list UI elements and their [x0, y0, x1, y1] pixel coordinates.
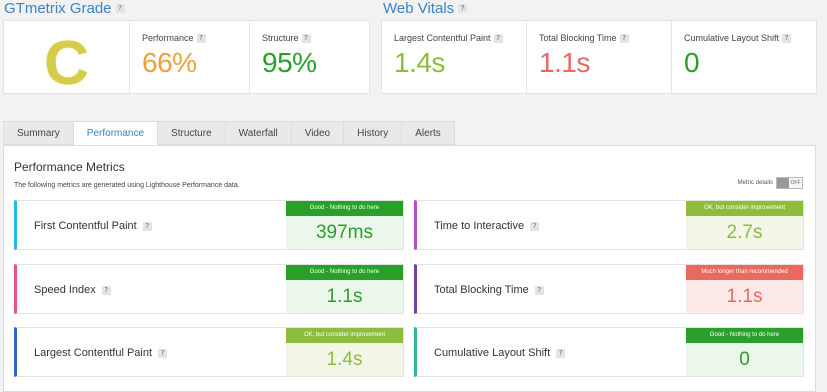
- metric-name-row: First Contentful Paint?: [34, 201, 152, 251]
- structure-label-row: Structure ?: [262, 33, 357, 43]
- grade-card: C Performance ? 66% Structure ? 95%: [3, 20, 370, 98]
- metric-card: Largest Contentful Paint? OK, but conside…: [14, 327, 404, 377]
- cls-label: Cumulative Layout Shift: [684, 33, 780, 43]
- metric-value: 397ms: [286, 216, 403, 249]
- metric-name-row: Cumulative Layout Shift?: [434, 328, 566, 378]
- metric-result: Much longer than recommended 1.1s: [686, 265, 803, 313]
- metric-result: Good - Nothing to do here 397ms: [286, 201, 403, 249]
- structure-cell: Structure ? 95%: [249, 21, 369, 93]
- help-icon[interactable]: ?: [530, 221, 540, 231]
- metric-status-badge: Much longer than recommended: [686, 265, 803, 280]
- web-vitals-card: Largest Contentful Paint ? 1.4s Total Bl…: [381, 20, 817, 94]
- help-icon[interactable]: ?: [158, 348, 168, 358]
- metric-name-row: Time to Interactive?: [434, 201, 540, 251]
- help-icon[interactable]: ?: [115, 4, 125, 13]
- metric-result: OK, but consider improvement 2.7s: [686, 201, 803, 249]
- metric-name: Largest Contentful Paint: [34, 347, 153, 359]
- cls-label-row: Cumulative Layout Shift ?: [684, 33, 804, 43]
- metric-value: 1.1s: [286, 280, 403, 313]
- gtmetrix-grade-title: GTmetrix Grade: [4, 0, 112, 17]
- tbt-value: 1.1s: [539, 47, 590, 78]
- metric-status-badge: Good - Nothing to do here: [286, 265, 403, 280]
- structure-label: Structure: [262, 33, 299, 43]
- help-icon[interactable]: ?: [142, 221, 152, 231]
- panel-subtitle: The following metrics are generated usin…: [14, 182, 240, 189]
- tab-performance[interactable]: Performance: [73, 121, 159, 145]
- toggle-switch[interactable]: OFF: [776, 177, 803, 189]
- metric-card: Total Blocking Time? Much longer than rec…: [414, 264, 804, 314]
- metric-result: OK, but consider improvement 1.4s: [286, 328, 403, 376]
- help-icon[interactable]: ?: [782, 33, 792, 43]
- lcp-cell: Largest Contentful Paint ? 1.4s: [382, 21, 526, 93]
- help-icon[interactable]: ?: [458, 4, 468, 13]
- performance-cell: Performance ? 66%: [129, 21, 249, 93]
- metric-card: Speed Index? Good - Nothing to do here 1.1…: [14, 264, 404, 314]
- metric-details-toggle[interactable]: Metric details OFF: [738, 177, 803, 189]
- cls-value: 0: [684, 47, 700, 78]
- metric-card: Cumulative Layout Shift? Good - Nothing t…: [414, 327, 804, 377]
- metric-result: Good - Nothing to do here 1.1s: [286, 265, 403, 313]
- help-icon[interactable]: ?: [101, 285, 111, 295]
- help-icon[interactable]: ?: [534, 285, 544, 295]
- metric-value: 1.1s: [686, 280, 803, 313]
- tab-waterfall[interactable]: Waterfall: [225, 121, 292, 145]
- tbt-cell: Total Blocking Time ? 1.1s: [526, 21, 671, 93]
- metric-card: Time to Interactive? OK, but consider imp…: [414, 200, 804, 250]
- metric-name: Time to Interactive: [434, 220, 525, 232]
- metric-status-badge: Good - Nothing to do here: [686, 328, 803, 343]
- lcp-label-row: Largest Contentful Paint ?: [394, 33, 514, 43]
- tbt-label-row: Total Blocking Time ?: [539, 33, 659, 43]
- performance-label-row: Performance ?: [142, 33, 237, 43]
- performance-value: 66%: [142, 47, 197, 78]
- metric-status-badge: OK, but consider improvement: [686, 201, 803, 216]
- tbt-label: Total Blocking Time: [539, 33, 617, 43]
- web-vitals-heading: Web Vitals ?: [383, 0, 468, 17]
- report-tabs: Summary Performance Structure Waterfall …: [3, 121, 455, 145]
- cls-cell: Cumulative Layout Shift ? 0: [671, 21, 816, 93]
- grade-letter: C: [44, 28, 89, 98]
- performance-panel: Performance Metrics The following metric…: [3, 145, 816, 392]
- help-icon[interactable]: ?: [301, 33, 311, 43]
- tab-video[interactable]: Video: [291, 121, 345, 145]
- help-icon[interactable]: ?: [493, 33, 503, 43]
- gtmetrix-grade-heading: GTmetrix Grade ?: [4, 0, 125, 17]
- metric-name-row: Speed Index?: [34, 265, 111, 315]
- tab-summary[interactable]: Summary: [3, 121, 74, 145]
- metric-name: Total Blocking Time: [434, 284, 529, 296]
- metric-card: First Contentful Paint? Good - Nothing to…: [14, 200, 404, 250]
- help-icon[interactable]: ?: [619, 33, 629, 43]
- metric-result: Good - Nothing to do here 0: [686, 328, 803, 376]
- tab-history[interactable]: History: [344, 121, 403, 145]
- web-vitals-title: Web Vitals: [383, 0, 455, 17]
- metric-value: 1.4s: [286, 343, 403, 376]
- panel-title: Performance Metrics: [14, 160, 125, 174]
- grade-letter-cell: C: [4, 21, 129, 98]
- metric-value: 2.7s: [686, 216, 803, 249]
- toggle-knob: [777, 178, 789, 188]
- tab-structure[interactable]: Structure: [158, 121, 226, 145]
- metric-name: First Contentful Paint: [34, 220, 137, 232]
- lcp-label: Largest Contentful Paint: [394, 33, 491, 43]
- performance-label: Performance: [142, 33, 194, 43]
- toggle-state: OFF: [790, 180, 801, 186]
- metric-value: 0: [686, 343, 803, 376]
- tab-alerts[interactable]: Alerts: [402, 121, 455, 145]
- metric-status-badge: OK, but consider improvement: [286, 328, 403, 343]
- metric-status-badge: Good - Nothing to do here: [286, 201, 403, 216]
- structure-value: 95%: [262, 47, 317, 78]
- help-icon[interactable]: ?: [196, 33, 206, 43]
- metric-details-label: Metric details: [737, 180, 773, 186]
- metric-name: Speed Index: [34, 284, 96, 296]
- help-icon[interactable]: ?: [556, 348, 566, 358]
- metric-name-row: Total Blocking Time?: [434, 265, 544, 315]
- metric-name: Cumulative Layout Shift: [434, 347, 551, 359]
- lcp-value: 1.4s: [394, 47, 445, 78]
- metric-name-row: Largest Contentful Paint?: [34, 328, 168, 378]
